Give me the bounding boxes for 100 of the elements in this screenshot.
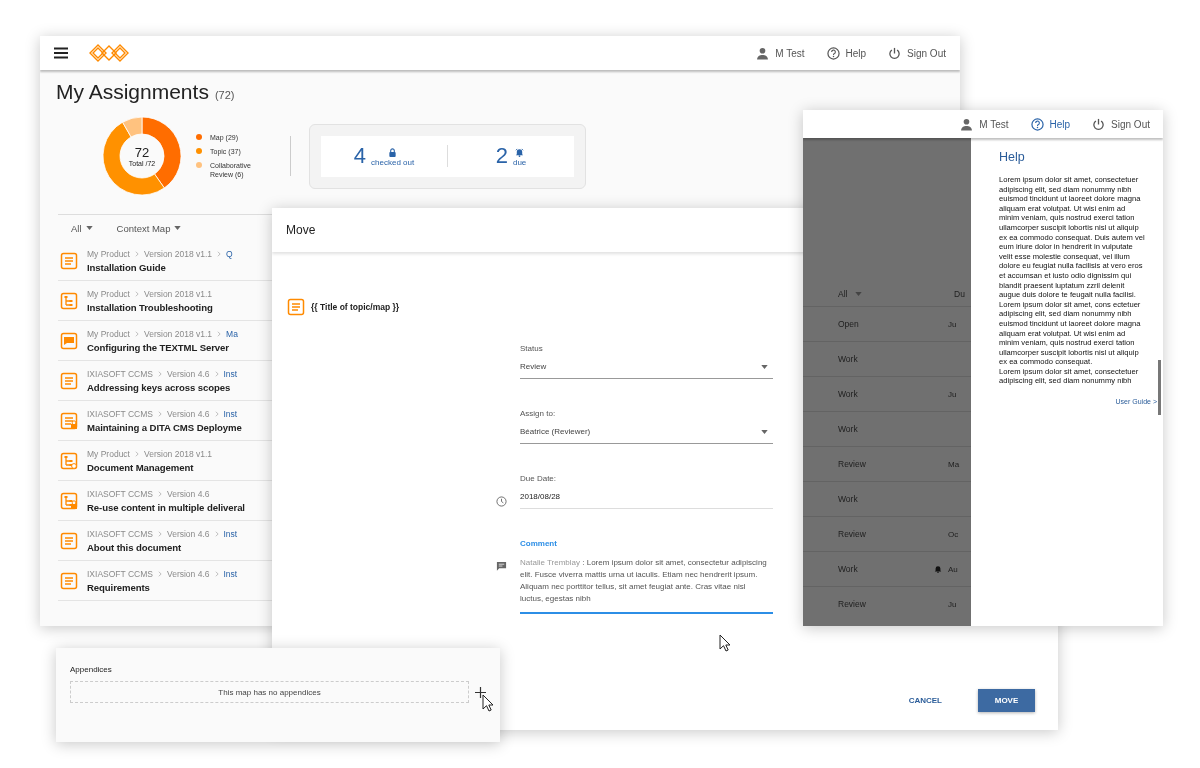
breadcrumb[interactable]: IXIASOFT CCMS	[87, 488, 153, 499]
breadcrumb[interactable]: Version 2018 v1.1	[144, 288, 213, 299]
breadcrumb-link[interactable]: Q	[226, 248, 233, 259]
chevron-icon	[217, 250, 222, 257]
caret-icon	[85, 226, 93, 230]
assignment-title[interactable]: Installation Guide	[87, 261, 233, 273]
date-cell: Ju	[948, 319, 957, 329]
status-cell-text: Review	[838, 529, 867, 539]
item-title: {{ Title of topic/map }}	[311, 302, 400, 312]
breadcrumb[interactable]: IXIASOFT CCMS	[87, 568, 153, 579]
cursor-icon	[719, 634, 731, 652]
help-button[interactable]: Help	[1030, 117, 1071, 131]
person-icon	[756, 46, 770, 60]
field-label: Status	[520, 344, 544, 353]
breadcrumb[interactable]: Version 2018 v1.1	[144, 328, 213, 339]
comment-field[interactable]: Natalie Tremblay : Lorem ipsum dolor sit amet, consectetur adipiscing elit. Fusce viverra mattis urna ut iaculis. Etiam nec hendrerit ipsum. Aliquam nec porttitor tellus, sit amet feugiat ante. Cras vitae nisl luctus, egestas nibh	[520, 557, 773, 614]
field-label: Comment	[520, 539, 558, 548]
total-value: 72	[134, 145, 150, 160]
date-cell: Ju	[948, 389, 957, 399]
status-cell-text: Work	[838, 564, 859, 574]
date-cell: Ju	[948, 599, 957, 609]
document-icon	[60, 531, 78, 550]
assignment-title[interactable]: Installation Troubleshooting	[87, 301, 213, 313]
map-icon	[60, 451, 78, 470]
menu-icon[interactable]	[54, 47, 68, 59]
scrollbar[interactable]	[1158, 360, 1161, 415]
date-field[interactable]: 2018/08/28	[520, 492, 773, 509]
caret-icon	[174, 226, 182, 230]
move-button[interactable]: MOVE	[978, 689, 1035, 712]
chevron-icon	[157, 410, 162, 417]
assignment-title[interactable]: Configuring the TEXTML Server	[87, 341, 238, 353]
chevron-icon	[135, 330, 139, 337]
breadcrumb[interactable]: IXIASOFT CCMS	[87, 528, 153, 539]
date-cell: Au	[948, 564, 958, 574]
caret-icon	[761, 364, 768, 369]
cancel-button[interactable]: CANCEL	[902, 695, 948, 706]
section-title: Appendices	[70, 665, 113, 674]
filter-dropdown[interactable]: Context Map	[116, 222, 182, 234]
chevron-icon	[135, 290, 139, 297]
column-header: Du	[954, 289, 965, 299]
assignment-title[interactable]: Document Management	[87, 461, 213, 473]
chevron-icon	[157, 370, 162, 377]
breadcrumb[interactable]: Version 4.6	[166, 488, 210, 499]
breadcrumb-link[interactable]: Inst	[223, 408, 238, 419]
comment-topic-icon	[60, 331, 78, 350]
stat-label: due	[512, 158, 527, 167]
person-icon	[960, 117, 974, 131]
add-button[interactable]	[475, 686, 486, 698]
logo	[88, 43, 130, 63]
assignment-title[interactable]: Maintaining a DITA CMS Deployme	[87, 421, 242, 433]
breadcrumb[interactable]: My Product	[87, 248, 130, 259]
help-title: Help	[999, 150, 1026, 164]
select-field[interactable]: Review	[520, 362, 773, 379]
assignment-title[interactable]: Addressing keys across scopes	[87, 381, 238, 393]
document-icon	[60, 251, 78, 270]
status-cell-text: Review	[838, 599, 867, 609]
select-field[interactable]: Béatrice (Reviewer)	[520, 427, 773, 444]
breadcrumb[interactable]: Version 4.6	[166, 568, 210, 579]
breadcrumb[interactable]: IXIASOFT CCMS	[87, 368, 153, 379]
stat-value: 4	[353, 145, 367, 167]
breadcrumb[interactable]: IXIASOFT CCMS	[87, 408, 153, 419]
breadcrumb-link[interactable]: Ma	[226, 328, 238, 339]
date-cell: Ma	[948, 459, 960, 469]
breadcrumb[interactable]: Version 4.6	[166, 368, 210, 379]
dialog-title: Move	[286, 223, 316, 237]
sign-out-button[interactable]: Sign Out	[888, 46, 946, 60]
map-icon	[60, 491, 78, 510]
status-cell-text: Work	[838, 424, 859, 434]
status-cell-text: Open	[838, 319, 860, 329]
help-button[interactable]: Help	[826, 46, 867, 60]
stat-label: checked out	[371, 158, 415, 167]
help-icon	[1030, 117, 1044, 131]
map-icon	[60, 291, 78, 310]
breadcrumb[interactable]: My Product	[87, 288, 130, 299]
user-menu[interactable]: M Test	[960, 117, 1009, 131]
cursor-icon	[482, 694, 494, 712]
breadcrumb[interactable]: My Product	[87, 328, 130, 339]
breadcrumb[interactable]: Version 2018 v1.1	[144, 248, 213, 259]
document-icon	[60, 571, 78, 590]
caret-icon	[761, 429, 768, 434]
breadcrumb-link[interactable]: Inst	[223, 368, 238, 379]
chevron-icon	[214, 370, 219, 377]
breadcrumb[interactable]: Version 4.6	[166, 408, 210, 419]
document-icon	[287, 298, 305, 316]
filter-dropdown[interactable]: All	[838, 289, 954, 299]
breadcrumb[interactable]: Version 2018 v1.1	[144, 448, 213, 459]
breadcrumb-link[interactable]: Inst	[223, 528, 238, 539]
assignment-title[interactable]: About this document	[87, 541, 238, 553]
assignment-title[interactable]: Requirements	[87, 581, 238, 593]
status-cell-text: Work	[838, 389, 859, 399]
breadcrumb-link[interactable]: Inst	[223, 568, 238, 579]
comment-icon	[496, 561, 507, 572]
breadcrumb[interactable]: My Product	[87, 448, 130, 459]
filter-dropdown[interactable]: All	[71, 222, 93, 234]
breadcrumb[interactable]: Version 4.6	[166, 528, 210, 539]
sign-out-button[interactable]: Sign Out	[1092, 117, 1150, 131]
chevron-icon	[157, 570, 162, 577]
document-icon	[60, 411, 78, 430]
assignment-title[interactable]: Re-use content in multiple deliveral	[87, 501, 245, 513]
user-menu[interactable]: M Test	[756, 46, 805, 60]
